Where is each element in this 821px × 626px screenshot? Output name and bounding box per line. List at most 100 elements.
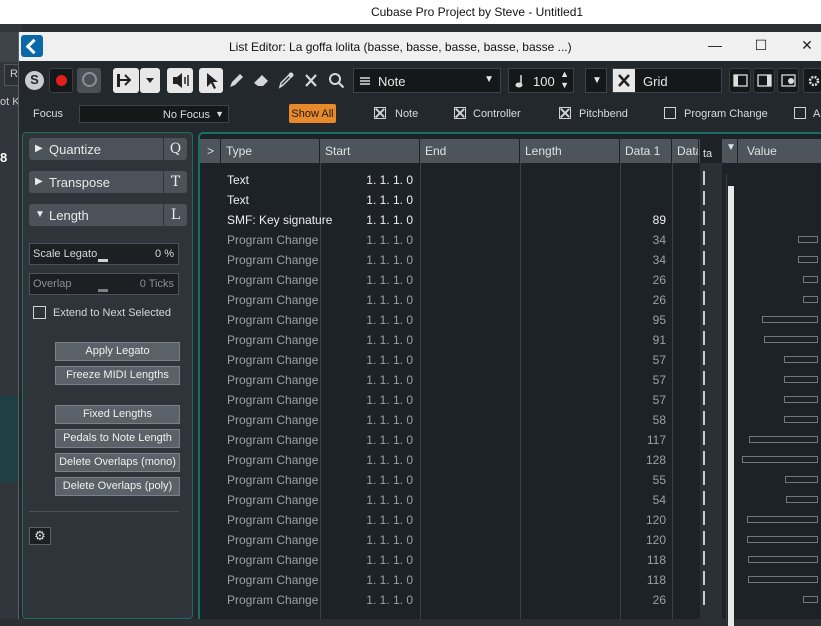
value-bar[interactable] [748, 556, 818, 563]
insert-mode-dropdown[interactable] [140, 68, 160, 93]
value-bar[interactable] [798, 256, 818, 263]
auto-scroll-button[interactable] [77, 68, 101, 93]
table-row[interactable]: Program Change 1. 1. 1. 0 58 [200, 410, 821, 430]
cell-data1[interactable]: 34 [624, 233, 666, 247]
value-bar[interactable] [747, 536, 818, 543]
cell-start[interactable]: 1. 1. 1. 0 [337, 253, 413, 267]
toolbar-settings-button[interactable] [803, 68, 821, 93]
table-row[interactable]: Program Change 1. 1. 1. 0 120 [200, 510, 821, 530]
cell-data1[interactable]: 26 [624, 293, 666, 307]
delete-overlaps-poly-button[interactable]: Delete Overlaps (poly) [55, 477, 180, 496]
cell-data1[interactable]: 58 [624, 413, 666, 427]
table-row[interactable]: Program Change 1. 1. 1. 0 57 [200, 390, 821, 410]
quantize-section[interactable]: ▶ Quantize Q [29, 138, 187, 160]
cell-start[interactable]: 1. 1. 1. 0 [337, 533, 413, 547]
cell-start[interactable]: 1. 1. 1. 0 [337, 233, 413, 247]
object-selection-tool[interactable] [199, 68, 223, 93]
cell-type[interactable]: Program Change [227, 473, 318, 487]
cell-type[interactable]: Text [227, 173, 249, 187]
cell-type[interactable]: SMF: Key signature [227, 213, 332, 227]
cell-start[interactable]: 1. 1. 1. 0 [337, 573, 413, 587]
column-expand[interactable]: > [203, 139, 221, 163]
close-button[interactable]: ✕ [797, 37, 817, 54]
value-bar[interactable] [803, 596, 818, 603]
value-bar[interactable] [742, 456, 818, 463]
minimize-button[interactable]: — [705, 37, 725, 53]
cell-type[interactable]: Program Change [227, 413, 318, 427]
insert-velocity-field[interactable]: 100 ▲ ▼ [508, 68, 574, 93]
table-row[interactable]: Program Change 1. 1. 1. 0 91 [200, 330, 821, 350]
cell-start[interactable]: 1. 1. 1. 0 [337, 173, 413, 187]
value-bar[interactable] [798, 236, 818, 243]
cell-type[interactable]: Program Change [227, 353, 318, 367]
value-bar[interactable] [762, 316, 818, 323]
column-length[interactable]: Length [521, 139, 620, 163]
table-row[interactable]: Program Change 1. 1. 1. 0 34 [200, 250, 821, 270]
extend-to-next-checkbox[interactable] [33, 306, 46, 319]
delete-overlaps-mono-button[interactable]: Delete Overlaps (mono) [55, 453, 180, 472]
cell-data1[interactable]: 118 [624, 553, 666, 567]
right-zone-toggle[interactable] [753, 68, 775, 93]
cell-data1[interactable]: 54 [624, 493, 666, 507]
cell-type[interactable]: Program Change [227, 593, 318, 607]
filter-note-checkbox[interactable] [374, 107, 386, 119]
column-data3[interactable]: ta [700, 139, 722, 163]
table-row[interactable]: Text 1. 1. 1. 0 [200, 190, 821, 210]
cell-type[interactable]: Program Change [227, 373, 318, 387]
cell-start[interactable]: 1. 1. 1. 0 [337, 473, 413, 487]
cell-type[interactable]: Program Change [227, 573, 318, 587]
cell-start[interactable]: 1. 1. 1. 0 [337, 333, 413, 347]
table-row[interactable]: Program Change 1. 1. 1. 0 55 [200, 470, 821, 490]
zoom-tool[interactable] [324, 68, 348, 93]
event-type-select[interactable]: Note ▼ [353, 68, 501, 93]
table-row[interactable]: SMF: Key signature 1. 1. 1. 0 89 [200, 210, 821, 230]
cell-data1[interactable]: 26 [624, 593, 666, 607]
cell-start[interactable]: 1. 1. 1. 0 [337, 313, 413, 327]
erase-tool[interactable] [249, 68, 273, 93]
value-bar[interactable] [786, 496, 818, 503]
cell-data1[interactable]: 57 [624, 353, 666, 367]
apply-legato-button[interactable]: Apply Legato [55, 342, 180, 361]
cell-type[interactable]: Program Change [227, 553, 318, 567]
left-zone-toggle[interactable] [729, 68, 751, 93]
draw-tool[interactable] [224, 68, 248, 93]
cell-start[interactable]: 1. 1. 1. 0 [337, 213, 413, 227]
table-row[interactable]: Program Change 1. 1. 1. 0 117 [200, 430, 821, 450]
cell-data1[interactable]: 117 [624, 433, 666, 447]
cell-type[interactable]: Program Change [227, 253, 318, 267]
value-bar[interactable] [747, 516, 818, 523]
maximize-button[interactable]: ☐ [751, 37, 771, 54]
cell-start[interactable]: 1. 1. 1. 0 [337, 593, 413, 607]
pedals-to-note-length-button[interactable]: Pedals to Note Length [55, 429, 180, 448]
cell-data1[interactable]: 57 [624, 373, 666, 387]
velocity-preset-dropdown[interactable]: ▼ [585, 68, 607, 93]
length-section[interactable]: ▼ Length L [29, 204, 187, 226]
cell-data1[interactable]: 55 [624, 473, 666, 487]
cell-type[interactable]: Program Change [227, 273, 318, 287]
cell-data1[interactable]: 34 [624, 253, 666, 267]
cell-type[interactable]: Program Change [227, 493, 318, 507]
table-row[interactable]: Program Change 1. 1. 1. 0 26 [200, 590, 821, 610]
table-row[interactable]: Program Change 1. 1. 1. 0 54 [200, 490, 821, 510]
cell-type[interactable]: Text [227, 193, 249, 207]
cell-start[interactable]: 1. 1. 1. 0 [337, 493, 413, 507]
table-row[interactable]: Program Change 1. 1. 1. 0 118 [200, 570, 821, 590]
cell-data1[interactable]: 26 [624, 273, 666, 287]
table-row[interactable]: Program Change 1. 1. 1. 0 34 [200, 230, 821, 250]
table-row[interactable]: Program Change 1. 1. 1. 0 95 [200, 310, 821, 330]
table-row[interactable]: Program Change 1. 1. 1. 0 26 [200, 270, 821, 290]
value-bar[interactable] [764, 336, 818, 343]
cell-start[interactable]: 1. 1. 1. 0 [337, 193, 413, 207]
cell-type[interactable]: Program Change [227, 293, 318, 307]
cell-data1[interactable]: 95 [624, 313, 666, 327]
value-bar[interactable] [803, 276, 818, 283]
filter-aftertouch-checkbox[interactable] [794, 107, 806, 119]
show-all-button[interactable]: Show All [289, 104, 336, 123]
cell-data1[interactable]: 128 [624, 453, 666, 467]
focus-select[interactable]: No Focus ▼ [79, 105, 229, 123]
value-column-dropdown[interactable]: ▼ [724, 139, 738, 163]
cell-start[interactable]: 1. 1. 1. 0 [337, 293, 413, 307]
table-row[interactable]: Program Change 1. 1. 1. 0 120 [200, 530, 821, 550]
cell-data1[interactable]: 120 [624, 513, 666, 527]
cell-start[interactable]: 1. 1. 1. 0 [337, 433, 413, 447]
